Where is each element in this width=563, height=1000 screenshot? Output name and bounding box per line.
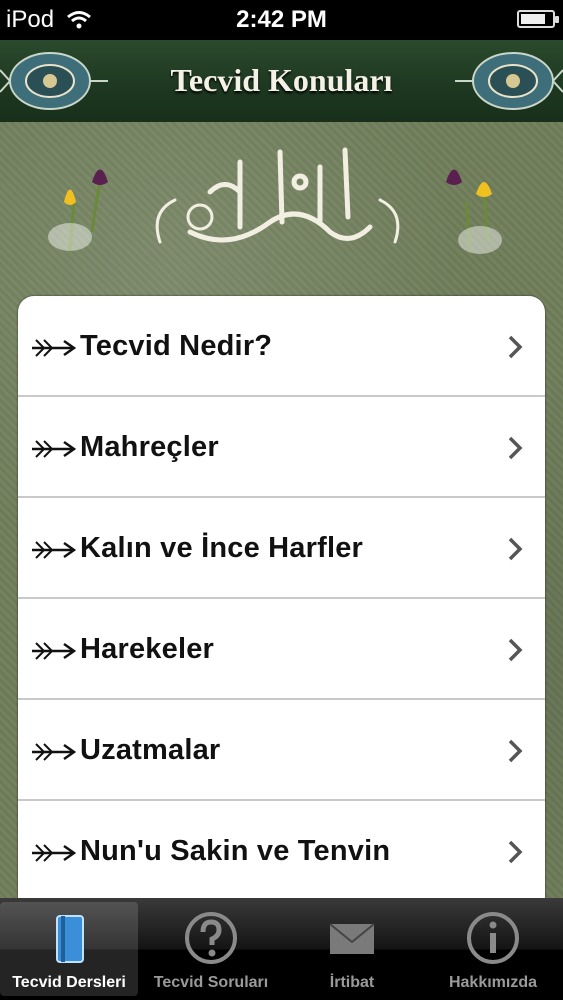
arrow-ornament-icon xyxy=(32,440,76,458)
arrow-ornament-icon xyxy=(32,339,76,357)
tab-tecvid-sorulari[interactable]: Tecvid Soruları xyxy=(142,902,280,996)
content-area: Tecvid Nedir? Mahreçler Kalın ve İnce Ha xyxy=(0,122,563,916)
ornament-right-icon xyxy=(455,52,563,110)
chevron-right-icon xyxy=(508,537,523,561)
arrow-ornament-icon xyxy=(32,844,76,862)
calligraphy-banner xyxy=(48,147,502,254)
tab-label: Tecvid Dersleri xyxy=(12,974,126,991)
calligraphy-icon xyxy=(155,147,400,244)
status-time: 2:42 PM xyxy=(236,6,327,33)
book-icon xyxy=(56,915,84,963)
list-item-label: Nun'u Sakin ve Tenvin xyxy=(80,835,391,867)
chevron-right-icon xyxy=(508,739,523,763)
arrow-ornament-icon xyxy=(32,642,76,660)
list-item-label: Kalın ve İnce Harfler xyxy=(80,532,364,564)
list-item-label: Mahreçler xyxy=(80,431,219,463)
list-item-label: Harekeler xyxy=(80,633,215,665)
list-item[interactable]: Harekeler xyxy=(18,599,545,700)
navigation-header: Tecvid Konuları xyxy=(0,40,563,124)
list-item[interactable]: Kalın ve İnce Harfler xyxy=(18,498,545,599)
list-item-label: Tecvid Nedir? xyxy=(80,330,273,362)
tab-irtibat[interactable]: İrtibat xyxy=(283,902,421,996)
battery-icon xyxy=(517,10,559,28)
chevron-right-icon xyxy=(508,436,523,460)
tab-label: İrtibat xyxy=(329,974,375,991)
tulip-left-icon xyxy=(48,169,108,253)
chevron-right-icon xyxy=(508,638,523,662)
chevron-right-icon xyxy=(508,335,523,359)
arrow-ornament-icon xyxy=(32,743,76,761)
tab-label: Tecvid Soruları xyxy=(153,974,269,991)
list-item-label: Uzatmalar xyxy=(80,734,221,766)
list-item[interactable]: Tecvid Nedir? xyxy=(18,296,545,397)
list-item[interactable]: Uzatmalar xyxy=(18,700,545,801)
question-icon xyxy=(185,912,237,964)
list-item[interactable]: Nun'u Sakin ve Tenvin xyxy=(18,801,545,902)
tab-bar: Tecvid Dersleri Tecvid Soruları İrtibat … xyxy=(0,898,563,1000)
tulip-right-icon xyxy=(446,169,502,254)
tab-tecvid-dersleri[interactable]: Tecvid Dersleri xyxy=(0,902,138,996)
list-item[interactable]: Mahreçler xyxy=(18,397,545,498)
status-bar: iPod 2:42 PM xyxy=(0,0,563,40)
chevron-right-icon xyxy=(508,840,523,864)
info-icon xyxy=(467,912,519,964)
topics-list: Tecvid Nedir? Mahreçler Kalın ve İnce Ha xyxy=(18,296,545,916)
arrow-ornament-icon xyxy=(32,541,76,559)
tab-label: Hakkımızda xyxy=(448,974,538,991)
tab-hakkimizda[interactable]: Hakkımızda xyxy=(424,902,562,996)
envelope-icon xyxy=(329,923,375,954)
